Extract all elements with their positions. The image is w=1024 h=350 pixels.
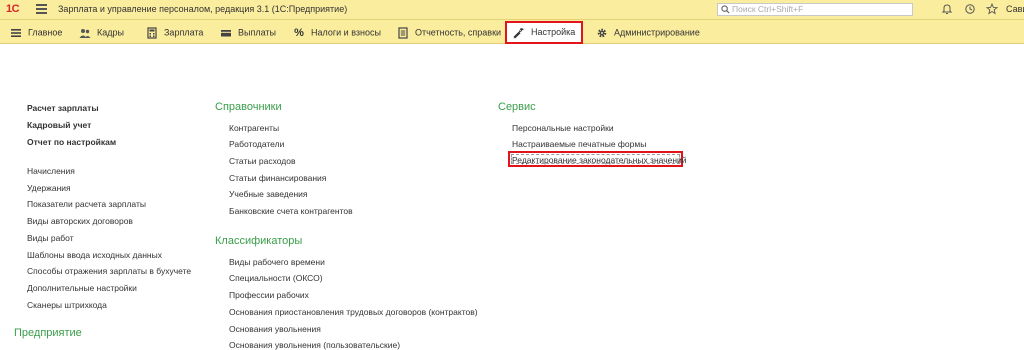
search-input[interactable]: Поиск Ctrl+Shift+F xyxy=(717,3,913,16)
section-settings[interactable]: Настройка xyxy=(505,21,584,44)
gear-icon xyxy=(597,28,607,37)
link-contract-suspension-reasons[interactable]: Основания приостановления трудовых догов… xyxy=(229,307,478,317)
link-additional-settings[interactable]: Дополнительные настройки xyxy=(27,283,137,293)
section-salary[interactable]: Зарплата xyxy=(146,24,203,40)
heading-service: Сервис xyxy=(498,101,536,113)
link-personal-settings[interactable]: Персональные настройки xyxy=(512,123,614,133)
user-name[interactable]: Савин xyxy=(1006,4,1024,14)
link-specialties-okso[interactable]: Специальности (ОКСО) xyxy=(229,273,323,283)
link-custom-print-forms[interactable]: Настраиваемые печатные формы xyxy=(512,139,646,149)
link-educational-institutions[interactable]: Учебные заведения xyxy=(229,189,308,199)
section-reports[interactable]: Отчетность, справки xyxy=(397,24,501,40)
section-main[interactable]: Главное xyxy=(10,24,62,40)
heading-classifiers: Классификаторы xyxy=(215,235,303,247)
link-employers[interactable]: Работодатели xyxy=(229,139,284,149)
hamburger-menu-icon[interactable] xyxy=(36,4,47,14)
link-hr-accounting[interactable]: Кадровый учет xyxy=(27,120,91,130)
heading-enterprise[interactable]: Предприятие xyxy=(14,327,82,339)
sections-panel: Главное Кадры Зарплата Выплаты % Налоги и… xyxy=(0,20,1024,44)
link-counterparties[interactable]: Контрагенты xyxy=(229,123,279,133)
link-expense-items[interactable]: Статьи расходов xyxy=(229,156,296,166)
section-administration[interactable]: Администрирование xyxy=(596,24,700,40)
link-funding-items[interactable]: Статьи финансирования xyxy=(229,173,326,183)
calculator-icon xyxy=(147,27,157,39)
link-payroll-indicators[interactable]: Показатели расчета зарплаты xyxy=(27,199,146,209)
link-work-types[interactable]: Виды работ xyxy=(27,233,74,243)
title-bar: 1С Зарплата и управление персоналом, ред… xyxy=(0,0,1024,20)
link-deductions[interactable]: Удержания xyxy=(27,183,71,193)
section-payments[interactable]: Выплаты xyxy=(220,24,276,40)
history-icon[interactable] xyxy=(964,3,976,15)
search-icon xyxy=(721,5,730,14)
section-taxes[interactable]: % Налоги и взносы xyxy=(293,24,381,40)
link-worker-professions[interactable]: Профессии рабочих xyxy=(229,290,309,300)
window-title: Зарплата и управление персоналом, редакц… xyxy=(58,4,348,14)
link-dismissal-reasons-custom[interactable]: Основания увольнения (пользовательские) xyxy=(229,340,400,350)
link-barcode-scanners[interactable]: Сканеры штрихкода xyxy=(27,300,107,310)
link-dismissal-reasons[interactable]: Основания увольнения xyxy=(229,324,321,334)
report-icon xyxy=(398,27,408,39)
link-payroll-calculation[interactable]: Расчет зарплаты xyxy=(27,103,99,113)
link-input-templates[interactable]: Шаблоны ввода исходных данных xyxy=(27,250,162,260)
wrench-icon xyxy=(513,27,524,39)
percent-icon: % xyxy=(294,26,304,39)
link-edit-legislative-values[interactable]: Редактирование законодательных значений xyxy=(512,155,687,165)
link-settings-report[interactable]: Отчет по настройкам xyxy=(27,137,116,147)
people-icon xyxy=(79,28,91,38)
wallet-icon xyxy=(221,29,231,37)
link-author-contract-types[interactable]: Виды авторских договоров xyxy=(27,216,133,226)
link-accruals[interactable]: Начисления xyxy=(27,166,75,176)
link-salary-accounting-methods[interactable]: Способы отражения зарплаты в бухучете xyxy=(27,266,191,276)
link-counterparty-bank-accounts[interactable]: Банковские счета контрагентов xyxy=(229,206,353,216)
star-icon[interactable] xyxy=(986,3,998,15)
heading-catalogs: Справочники xyxy=(215,101,282,113)
menu-lines-icon xyxy=(11,28,21,37)
section-personnel[interactable]: Кадры xyxy=(79,24,124,40)
bell-icon[interactable] xyxy=(941,3,953,15)
app-logo: 1С xyxy=(6,3,20,15)
link-work-time-types[interactable]: Виды рабочего времени xyxy=(229,257,325,267)
search-placeholder: Поиск Ctrl+Shift+F xyxy=(732,4,804,14)
